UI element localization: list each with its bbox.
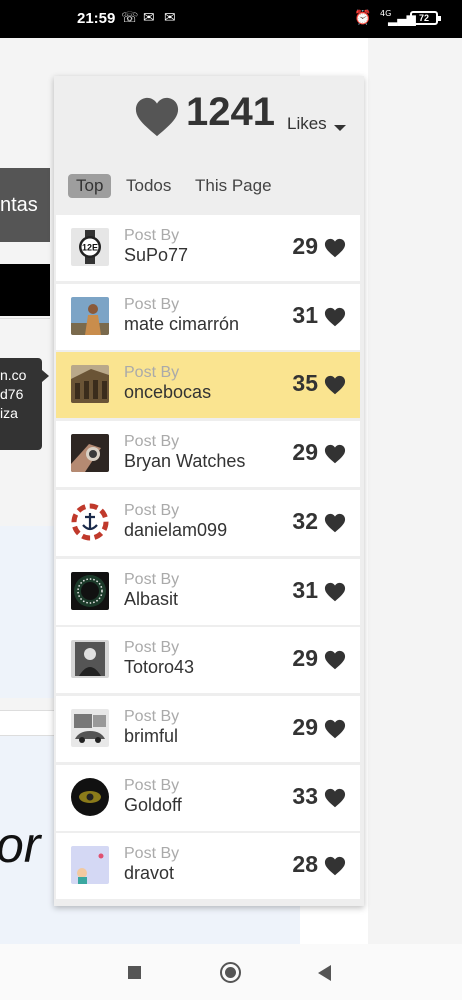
post-by-label: Post By [124, 296, 180, 313]
nav-bar [0, 944, 462, 1000]
tooltip-line-1: n.co [0, 367, 27, 383]
background-strip [0, 710, 60, 736]
like-entry[interactable]: Post By mate cimarrón 31 [56, 284, 360, 350]
heart-icon [324, 856, 346, 876]
username[interactable]: dravot [124, 863, 174, 884]
avatar[interactable] [71, 709, 109, 747]
post-by-label: Post By [124, 227, 180, 244]
post-by-label: Post By [124, 777, 180, 794]
heart-icon [324, 238, 346, 258]
background-button-label: ntas [0, 194, 38, 216]
tab-top[interactable]: Top [68, 174, 112, 198]
tooltip-line-3: iza [0, 405, 18, 421]
heart-icon [324, 719, 346, 739]
status-time: 21:59 [77, 10, 116, 27]
like-count: 29 [292, 645, 318, 671]
background-divider [0, 318, 50, 319]
avatar[interactable] [71, 503, 109, 541]
like-count: 29 [292, 714, 318, 740]
like-count: 32 [292, 508, 318, 534]
avatar[interactable] [71, 572, 109, 610]
heart-icon [324, 307, 346, 327]
home-icon[interactable] [220, 962, 241, 983]
background-black-bar [0, 264, 50, 316]
username[interactable]: Goldoff [124, 795, 182, 816]
whatsapp-icon: ☏ [121, 10, 139, 26]
avatar[interactable] [71, 297, 109, 335]
post-by-label: Post By [124, 845, 180, 862]
like-entry[interactable]: Post By Totoro43 29 [56, 627, 360, 693]
like-entry[interactable]: Post By Albasit 31 [56, 559, 360, 625]
like-entry[interactable]: Post By danielam099 32 [56, 490, 360, 556]
avatar[interactable] [71, 434, 109, 472]
svg-text:12E: 12E [82, 243, 98, 253]
gmail-icon: ✉ [143, 10, 155, 26]
like-entry[interactable]: Post By Goldoff 33 [56, 765, 360, 831]
username[interactable]: Bryan Watches [124, 451, 245, 472]
background-tooltip: n.co d76 iza [0, 358, 49, 450]
username[interactable]: danielam099 [124, 520, 227, 541]
username[interactable]: Albasit [124, 589, 178, 610]
avatar[interactable] [71, 778, 109, 816]
heart-icon [135, 97, 179, 137]
background-button[interactable]: ntas [0, 168, 50, 242]
like-count: 29 [292, 233, 318, 259]
like-entry[interactable]: Post By oncebocas 35 [56, 352, 360, 418]
username[interactable]: oncebocas [124, 382, 211, 403]
post-by-label: Post By [124, 433, 180, 450]
like-count: 28 [292, 851, 318, 877]
likes-tabs: Top Todos This Page [54, 172, 364, 200]
avatar[interactable] [71, 846, 109, 884]
background-panel [0, 526, 60, 698]
heart-icon [324, 650, 346, 670]
like-entry[interactable]: Post By dravot 28 [56, 833, 360, 899]
like-entry[interactable]: 12E Post By SuPo77 29 [56, 215, 360, 281]
avatar[interactable] [71, 365, 109, 403]
username[interactable]: brimful [124, 726, 178, 747]
likes-header[interactable]: 1241 Likes [120, 76, 364, 154]
post-by-label: Post By [124, 364, 180, 381]
post-by-label: Post By [124, 502, 180, 519]
avatar[interactable]: 12E [71, 228, 109, 266]
chevron-down-icon[interactable] [334, 125, 346, 131]
username[interactable]: SuPo77 [124, 245, 188, 266]
tooltip-line-2: d76 [0, 386, 24, 402]
like-entry[interactable]: Post By brimful 29 [56, 696, 360, 762]
heart-icon [324, 513, 346, 533]
likes-widget: 1241 Likes Top Todos This Page 12E Post B… [54, 76, 364, 906]
avatar[interactable] [71, 640, 109, 678]
back-icon[interactable] [318, 965, 331, 981]
like-count: 29 [292, 439, 318, 465]
post-by-label: Post By [124, 708, 180, 725]
likes-count: 1241 [186, 90, 275, 134]
tab-this-page[interactable]: This Page [187, 174, 280, 198]
like-count: 31 [292, 302, 318, 328]
like-count: 35 [292, 370, 318, 396]
battery-icon: 72 [410, 11, 441, 25]
recents-icon[interactable] [128, 966, 141, 979]
likes-label: Likes [287, 114, 327, 133]
heart-icon [324, 788, 346, 808]
post-by-label: Post By [124, 639, 180, 656]
username[interactable]: mate cimarrón [124, 314, 239, 335]
like-count: 31 [292, 577, 318, 603]
background-big-text: or [0, 817, 41, 873]
heart-icon [324, 444, 346, 464]
username[interactable]: Totoro43 [124, 657, 194, 678]
like-entry[interactable]: Post By Bryan Watches 29 [56, 421, 360, 487]
post-by-label: Post By [124, 571, 180, 588]
background-right-area [368, 38, 462, 944]
like-count: 33 [292, 783, 318, 809]
heart-icon [324, 375, 346, 395]
gmail-icon-2: ✉ [164, 10, 176, 26]
alarm-icon: ⏰ [354, 10, 372, 26]
tab-todos[interactable]: Todos [118, 174, 179, 198]
heart-icon [324, 582, 346, 602]
status-bar: 21:59 ☏ ✉ ✉ ⏰ 4G ▂▄▆ 72 [0, 0, 462, 38]
